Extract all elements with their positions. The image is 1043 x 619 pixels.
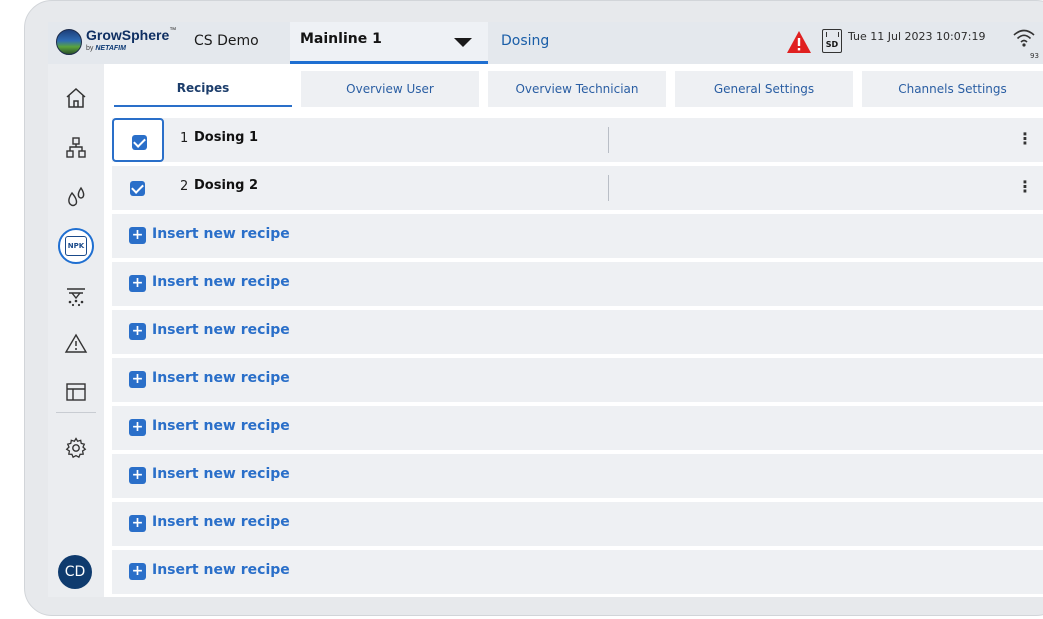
insert-recipe-label: Insert new recipe	[152, 562, 290, 578]
column-divider	[608, 127, 609, 153]
module-label: Dosing	[501, 33, 550, 49]
logo-sub: by NETAFIM	[86, 45, 126, 52]
recipe-select-cell[interactable]	[112, 166, 164, 210]
irrigation-icon	[67, 288, 85, 307]
user-avatar[interactable]: CD	[58, 555, 92, 589]
plus-icon: +	[129, 467, 146, 484]
top-bar: GrowSphere™ by NETAFIM CS Demo Mainline …	[48, 22, 1043, 64]
sidebar: NPK CD	[48, 64, 104, 597]
logo-name: GrowSphere™	[86, 27, 177, 43]
sidebar-item-settings[interactable]	[48, 426, 104, 470]
globe-logo-icon	[56, 29, 82, 55]
growsphere-logo[interactable]: GrowSphere™ by NETAFIM	[56, 26, 191, 60]
recipe-name: Dosing 1	[194, 130, 259, 145]
plus-icon: +	[129, 227, 146, 244]
water-drops-icon	[68, 186, 85, 207]
tab-overview-user[interactable]: Overview User	[301, 71, 479, 107]
settings-icon	[65, 437, 87, 459]
recipe-checkbox[interactable]	[132, 135, 147, 150]
tab-recipes[interactable]: Recipes	[114, 71, 292, 107]
npk-active-ring: NPK	[58, 228, 94, 264]
app-window: GrowSphere™ by NETAFIM CS Demo Mainline …	[48, 22, 1043, 597]
recipe-select-cell[interactable]	[112, 118, 164, 162]
recipe-number: 2	[180, 179, 189, 194]
home-icon	[66, 87, 86, 108]
recipe-checkbox[interactable]	[130, 181, 145, 196]
insert-recipe-row[interactable]: + Insert new recipe	[112, 358, 1043, 402]
recipe-row[interactable]: 2 Dosing 2 ⋮	[112, 166, 1043, 210]
insert-recipe-row[interactable]: + Insert new recipe	[112, 214, 1043, 258]
hierarchy-icon	[66, 137, 86, 158]
insert-recipe-row[interactable]: + Insert new recipe	[112, 454, 1043, 498]
recipe-list: 1 Dosing 1 ⋮ 2 Dosing 2 ⋮ + Insert new r…	[104, 114, 1043, 597]
sidebar-item-water[interactable]	[48, 175, 104, 219]
insert-recipe-label: Insert new recipe	[152, 418, 290, 434]
wifi-strength: 93	[1030, 52, 1039, 60]
tab-general-settings[interactable]: General Settings	[675, 71, 853, 107]
insert-recipe-row[interactable]: + Insert new recipe	[112, 550, 1043, 594]
recipe-name: Dosing 2	[194, 178, 259, 193]
insert-recipe-label: Insert new recipe	[152, 322, 290, 338]
insert-recipe-label: Insert new recipe	[152, 226, 290, 242]
insert-recipe-label: Insert new recipe	[152, 274, 290, 290]
npk-icon: NPK	[65, 236, 87, 256]
plus-icon: +	[129, 275, 146, 292]
sidebar-item-alarms[interactable]	[48, 322, 104, 366]
insert-recipe-row[interactable]: + Insert new recipe	[112, 502, 1043, 546]
insert-recipe-label: Insert new recipe	[152, 466, 290, 482]
insert-recipe-row[interactable]: + Insert new recipe	[112, 262, 1043, 306]
alert-icon[interactable]	[786, 30, 812, 54]
dropdown-caret-icon	[454, 38, 472, 47]
sidebar-item-hierarchy[interactable]	[48, 126, 104, 170]
plus-icon: +	[129, 371, 146, 388]
tab-bar: Recipes Overview User Overview Technicia…	[104, 64, 1043, 114]
plus-icon: +	[129, 515, 146, 532]
sidebar-item-npk[interactable]: NPK	[48, 224, 104, 268]
wifi-icon	[1013, 29, 1035, 47]
insert-recipe-row[interactable]: + Insert new recipe	[112, 310, 1043, 354]
mainline-label: Mainline 1	[300, 31, 382, 47]
site-name[interactable]: CS Demo	[194, 33, 259, 49]
mainline-dropdown[interactable]: Mainline 1	[290, 22, 488, 64]
warning-icon	[64, 333, 88, 353]
column-divider	[608, 175, 609, 201]
tab-overview-technician[interactable]: Overview Technician	[488, 71, 666, 107]
more-options-icon[interactable]: ⋮	[1017, 176, 1033, 200]
sidebar-item-irrigation[interactable]	[48, 274, 104, 318]
recipe-row[interactable]: 1 Dosing 1 ⋮	[112, 118, 1043, 162]
insert-recipe-row[interactable]: + Insert new recipe	[112, 406, 1043, 450]
more-options-icon[interactable]: ⋮	[1017, 128, 1033, 152]
sidebar-divider	[56, 412, 96, 413]
tab-channels-settings[interactable]: Channels Settings	[862, 71, 1043, 107]
sd-card-icon: SD	[822, 29, 842, 53]
insert-recipe-label: Insert new recipe	[152, 370, 290, 386]
datetime: Tue 11 Jul 2023 10:07:19	[848, 30, 986, 43]
plus-icon: +	[129, 323, 146, 340]
table-icon	[66, 383, 86, 401]
plus-icon: +	[129, 419, 146, 436]
recipe-number: 1	[180, 131, 189, 146]
plus-icon: +	[129, 563, 146, 580]
sidebar-item-table[interactable]	[48, 370, 104, 414]
sidebar-item-home[interactable]	[48, 76, 104, 120]
insert-recipe-label: Insert new recipe	[152, 514, 290, 530]
